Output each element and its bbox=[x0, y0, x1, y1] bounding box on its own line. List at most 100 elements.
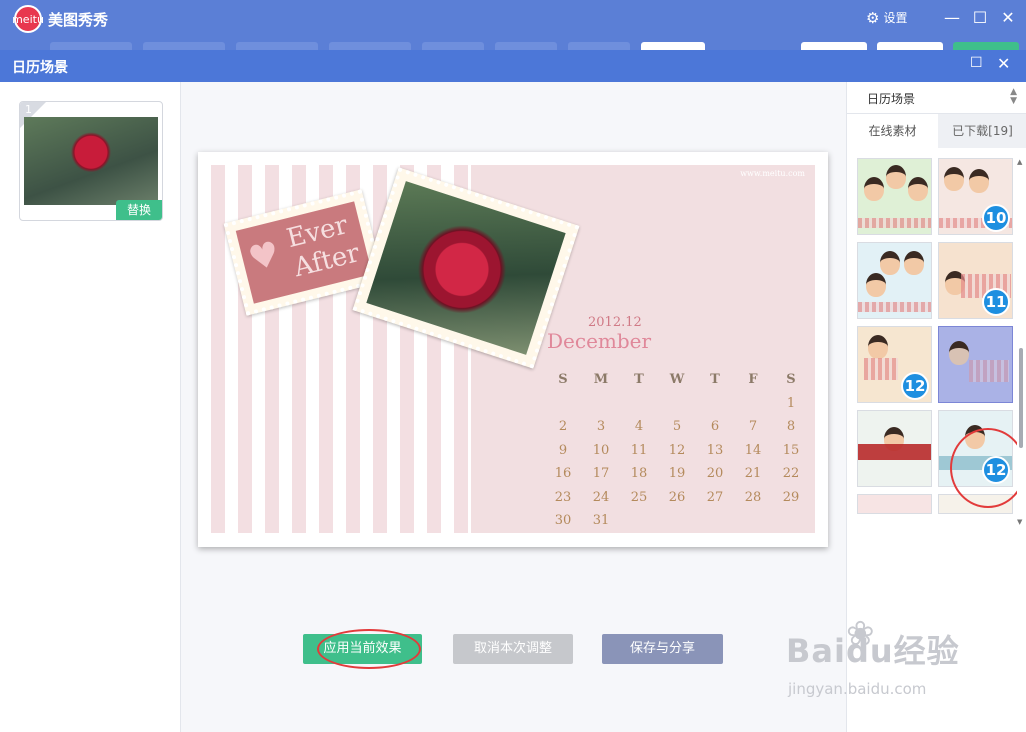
calendar-weekday: W bbox=[669, 372, 685, 387]
background-button[interactable] bbox=[801, 42, 867, 50]
calendar-day bbox=[658, 509, 696, 533]
scroll-up-arrow-icon[interactable]: ▲ bbox=[1017, 158, 1022, 166]
calendar-day: 14 bbox=[744, 442, 762, 458]
calendar-day: 12 bbox=[668, 442, 686, 458]
save-share-button[interactable]: 保存与分享 bbox=[602, 634, 723, 664]
calendar-day: 26 bbox=[668, 489, 686, 505]
calendar-day: 21 bbox=[744, 466, 762, 481]
calendar-day: 29 bbox=[782, 489, 800, 505]
background-tab[interactable] bbox=[422, 42, 484, 50]
background-tab[interactable] bbox=[495, 42, 557, 50]
template-face bbox=[908, 177, 928, 201]
calendar-day bbox=[582, 392, 620, 416]
dialog-maximize-button[interactable]: ☐ bbox=[970, 55, 983, 71]
photo-list-panel: 1 替换 bbox=[0, 82, 181, 732]
calendar-week-row: 2 3 4 5 6 7 8 bbox=[544, 415, 810, 439]
template-calendar-strip bbox=[864, 358, 898, 380]
template-badge: 10 bbox=[982, 204, 1010, 232]
tab-online-materials[interactable]: 在线素材 bbox=[847, 114, 938, 148]
stamp-inner: ♥ Ever After bbox=[235, 201, 373, 304]
tab-downloaded[interactable]: 已下载[19] bbox=[938, 114, 1026, 148]
stamp-text: Ever After bbox=[284, 209, 363, 283]
template-calendar-strip bbox=[858, 218, 931, 228]
cancel-adjustment-button[interactable]: 取消本次调整 bbox=[453, 634, 573, 664]
template-badge: 11 bbox=[982, 288, 1010, 316]
template-face bbox=[969, 169, 989, 193]
calendar-week-row: 9 10 11 12 13 14 15 bbox=[544, 439, 810, 463]
template-face bbox=[949, 341, 969, 365]
calendar-grid: S M T W T F S 1 2 3 4 5 6 7 8 9 10 11 12 13 14 15 16 17 18 19 20 21… bbox=[544, 368, 810, 533]
template-thumbnail[interactable]: 12 bbox=[857, 326, 932, 403]
maximize-button[interactable]: ☐ bbox=[970, 7, 990, 29]
heart-icon: ♥ bbox=[244, 233, 284, 280]
scrollbar-thumb[interactable] bbox=[1019, 348, 1023, 448]
background-tab[interactable] bbox=[50, 42, 132, 50]
calendar-day: 7 bbox=[748, 419, 758, 434]
calendar-day bbox=[620, 392, 658, 416]
calendar-day: 6 bbox=[710, 419, 720, 434]
calendar-day: 24 bbox=[592, 489, 610, 505]
calendar-day: 19 bbox=[668, 466, 686, 481]
calendar-artwork: www.meitu.com ♥ Ever After 2012.12 Decem… bbox=[211, 165, 815, 533]
template-thumbnail[interactable] bbox=[857, 410, 932, 487]
background-tab[interactable] bbox=[329, 42, 411, 50]
template-calendar-strip bbox=[858, 444, 931, 460]
minimize-button[interactable]: — bbox=[942, 7, 962, 29]
background-tab[interactable] bbox=[143, 42, 225, 50]
calendar-year-month: 2012.12 bbox=[588, 315, 642, 330]
background-button[interactable] bbox=[953, 42, 1019, 50]
settings-button[interactable]: ⚙ 设置 bbox=[866, 9, 907, 26]
template-thumbnail[interactable] bbox=[857, 158, 932, 235]
calendar-day: 22 bbox=[782, 466, 800, 481]
calendar-day: 20 bbox=[706, 466, 724, 481]
gear-icon: ⚙ bbox=[866, 8, 880, 27]
calendar-day: 30 bbox=[554, 513, 572, 528]
calendar-day: 8 bbox=[786, 419, 796, 434]
template-scrollbar[interactable]: ▲ ▼ bbox=[1017, 158, 1025, 526]
calendar-url: www.meitu.com bbox=[740, 169, 805, 178]
calendar-day: 17 bbox=[592, 466, 610, 481]
template-thumbnail[interactable]: 11 bbox=[938, 242, 1013, 319]
calendar-day: 2 bbox=[558, 419, 568, 434]
template-thumbnail-selected[interactable] bbox=[938, 326, 1013, 403]
dialog-title: 日历场景 bbox=[12, 60, 68, 76]
background-tab-active[interactable] bbox=[641, 42, 705, 50]
calendar-day: 23 bbox=[554, 489, 572, 505]
updown-arrow-icon: ▲ ▼ bbox=[1010, 87, 1017, 106]
calendar-day bbox=[658, 392, 696, 416]
apply-effect-button[interactable]: 应用当前效果 bbox=[303, 629, 422, 669]
scroll-down-arrow-icon[interactable]: ▼ bbox=[1017, 518, 1022, 526]
template-face bbox=[886, 165, 906, 189]
preview-panel: www.meitu.com ♥ Ever After 2012.12 Decem… bbox=[181, 82, 846, 732]
calendar-day bbox=[696, 509, 734, 533]
background-tab[interactable] bbox=[236, 42, 318, 50]
template-face bbox=[866, 273, 886, 297]
calendar-day bbox=[544, 392, 582, 416]
close-button[interactable]: ✕ bbox=[998, 7, 1018, 29]
calendar-day: 5 bbox=[672, 419, 682, 434]
app-titlebar: meitu 美图秀秀 ⚙ 设置 — ☐ ✕ bbox=[0, 0, 1026, 38]
replace-button[interactable]: 替换 bbox=[116, 200, 162, 220]
template-face bbox=[864, 177, 884, 201]
background-tab-strip bbox=[0, 38, 1026, 50]
settings-label: 设置 bbox=[883, 11, 908, 25]
background-button[interactable] bbox=[877, 42, 943, 50]
calendar-day: 25 bbox=[630, 489, 648, 505]
scene-select[interactable]: 日历场景 ▲ ▼ bbox=[847, 82, 1026, 114]
dialog-close-button[interactable]: ✕ bbox=[997, 54, 1010, 73]
calendar-day: 1 bbox=[786, 395, 796, 411]
photo-thumbnail[interactable]: 1 替换 bbox=[19, 101, 163, 221]
calendar-day: 9 bbox=[558, 442, 568, 458]
annotation-circle bbox=[950, 428, 1017, 508]
calendar-month-name: December bbox=[547, 329, 652, 353]
template-thumbnail[interactable]: 10 bbox=[938, 158, 1013, 235]
template-thumbnail[interactable] bbox=[857, 494, 932, 514]
calendar-week-row: 16 17 18 19 20 21 22 bbox=[544, 462, 810, 486]
annotation-circle bbox=[317, 629, 421, 669]
calendar-weekday-row: SMTWTFS bbox=[544, 368, 810, 392]
calendar-weekday: T bbox=[634, 372, 644, 387]
calendar-weekday: S bbox=[786, 372, 796, 387]
calendar-day bbox=[620, 509, 658, 533]
background-tab[interactable] bbox=[568, 42, 630, 50]
template-thumbnail[interactable] bbox=[857, 242, 932, 319]
